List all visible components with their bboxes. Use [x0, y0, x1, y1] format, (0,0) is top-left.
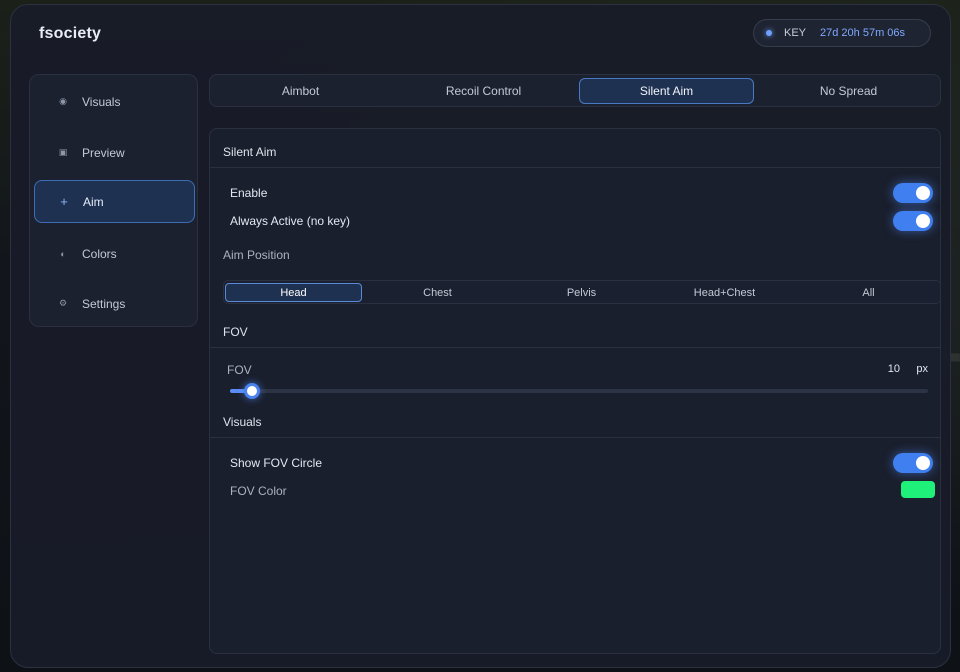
always-active-label: Always Active (no key)	[230, 214, 351, 228]
sidebar-item-label: Visuals	[82, 94, 121, 109]
section-title-silent-aim: Silent Aim	[223, 145, 277, 159]
sidebar-item-preview[interactable]: ▣ Preview	[34, 131, 195, 174]
dot-icon: ◉	[59, 96, 67, 106]
fov-slider-handle[interactable]	[244, 383, 260, 399]
divider	[210, 347, 940, 348]
cheat-menu-window: fsociety KEY 27d 20h 57m 06s ◉ Visuals ▣…	[10, 4, 951, 668]
sidebar: ◉ Visuals ▣ Preview + Aim ◐ Colors ⚙ Set…	[29, 74, 198, 327]
section-title-visuals: Visuals	[223, 415, 262, 429]
license-key-pill: KEY 27d 20h 57m 06s	[753, 19, 931, 47]
fov-value: 10	[887, 363, 900, 375]
aim-position-chest[interactable]: Chest	[369, 283, 506, 302]
app-title: fsociety	[39, 25, 102, 42]
sidebar-item-label: Colors	[82, 246, 117, 261]
show-fov-circle-toggle[interactable]	[893, 453, 933, 473]
divider	[210, 167, 940, 168]
tab-recoil-control[interactable]: Recoil Control	[396, 78, 571, 104]
square-icon: ▣	[58, 147, 68, 157]
enable-toggle[interactable]	[893, 183, 933, 203]
show-fov-circle-label: Show FOV Circle	[230, 456, 323, 470]
tab-silent-aim[interactable]: Silent Aim	[579, 78, 754, 104]
half-circle-icon: ◐	[60, 248, 66, 259]
toggle-knob	[916, 186, 930, 200]
fov-color-swatch[interactable]	[901, 481, 935, 498]
sidebar-item-aim[interactable]: + Aim	[34, 180, 195, 223]
toggle-knob	[916, 456, 930, 470]
gear-icon: ⚙	[58, 298, 68, 308]
section-title-fov: FOV	[223, 325, 248, 339]
sidebar-item-settings[interactable]: ⚙ Settings	[34, 282, 195, 325]
fov-unit: px	[916, 363, 928, 375]
key-label: KEY	[784, 27, 807, 39]
sidebar-item-label: Preview	[82, 145, 125, 160]
crosshair-icon: +	[60, 194, 68, 209]
status-dot-icon	[766, 30, 772, 36]
key-time-remaining: 27d 20h 57m 06s	[820, 27, 906, 39]
sidebar-item-label: Aim	[83, 194, 104, 209]
sidebar-item-visuals[interactable]: ◉ Visuals	[34, 80, 195, 123]
toggle-knob	[916, 214, 930, 228]
tab-no-spread[interactable]: No Spread	[761, 78, 936, 104]
always-active-toggle[interactable]	[893, 211, 933, 231]
sidebar-item-label: Settings	[82, 296, 126, 311]
aim-position-head-chest[interactable]: Head+Chest	[656, 283, 793, 302]
enable-label: Enable	[230, 186, 268, 200]
aim-position-label: Aim Position	[223, 248, 290, 262]
tab-aimbot[interactable]: Aimbot	[213, 78, 388, 104]
settings-panel: Silent Aim Enable Always Active (no key)…	[209, 128, 941, 654]
aim-position-pelvis[interactable]: Pelvis	[513, 283, 650, 302]
aim-position-selector: Head Chest Pelvis Head+Chest All	[223, 280, 941, 304]
titlebar: fsociety KEY 27d 20h 57m 06s	[11, 5, 950, 63]
aim-position-head[interactable]: Head	[225, 283, 362, 302]
fov-color-label: FOV Color	[230, 484, 287, 498]
fov-slider[interactable]	[230, 383, 928, 399]
divider	[210, 437, 940, 438]
sidebar-item-colors[interactable]: ◐ Colors	[34, 232, 195, 275]
fov-label: FOV	[227, 363, 252, 377]
aim-position-all[interactable]: All	[800, 283, 937, 302]
tab-bar: Aimbot Recoil Control Silent Aim No Spre…	[209, 74, 941, 107]
